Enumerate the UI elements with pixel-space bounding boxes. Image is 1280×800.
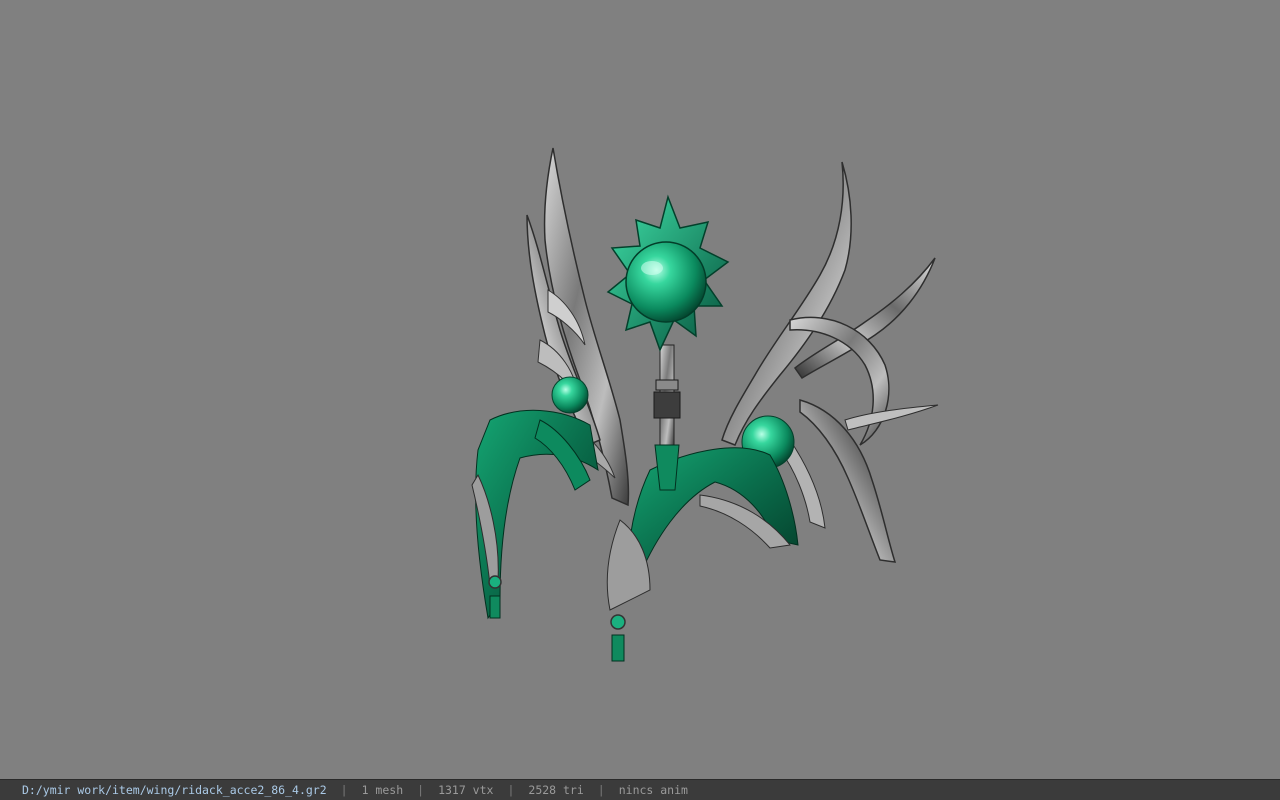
triangle-count-label: 2528 tri: [528, 783, 584, 797]
separator: |: [417, 783, 425, 797]
separator: |: [597, 783, 605, 797]
separator: |: [507, 783, 515, 797]
center-sun-gem: [606, 194, 730, 352]
status-bar: D:/ymir work/item/wing/ridack_acce2_86_4…: [0, 779, 1280, 800]
vertex-count-label: 1317 vtx: [438, 783, 494, 797]
file-path-label: D:/ymir work/item/wing/ridack_acce2_86_4…: [22, 783, 327, 797]
left-ribbon: [471, 409, 599, 620]
3d-viewport[interactable]: [0, 0, 1280, 779]
separator: |: [340, 783, 348, 797]
mesh-count-label: 1 mesh: [361, 783, 404, 797]
right-ribbon: [606, 447, 799, 662]
wing-accessory-model: [471, 147, 939, 662]
animation-status-label: nincs anim: [618, 783, 688, 797]
center-staff: [653, 344, 681, 491]
